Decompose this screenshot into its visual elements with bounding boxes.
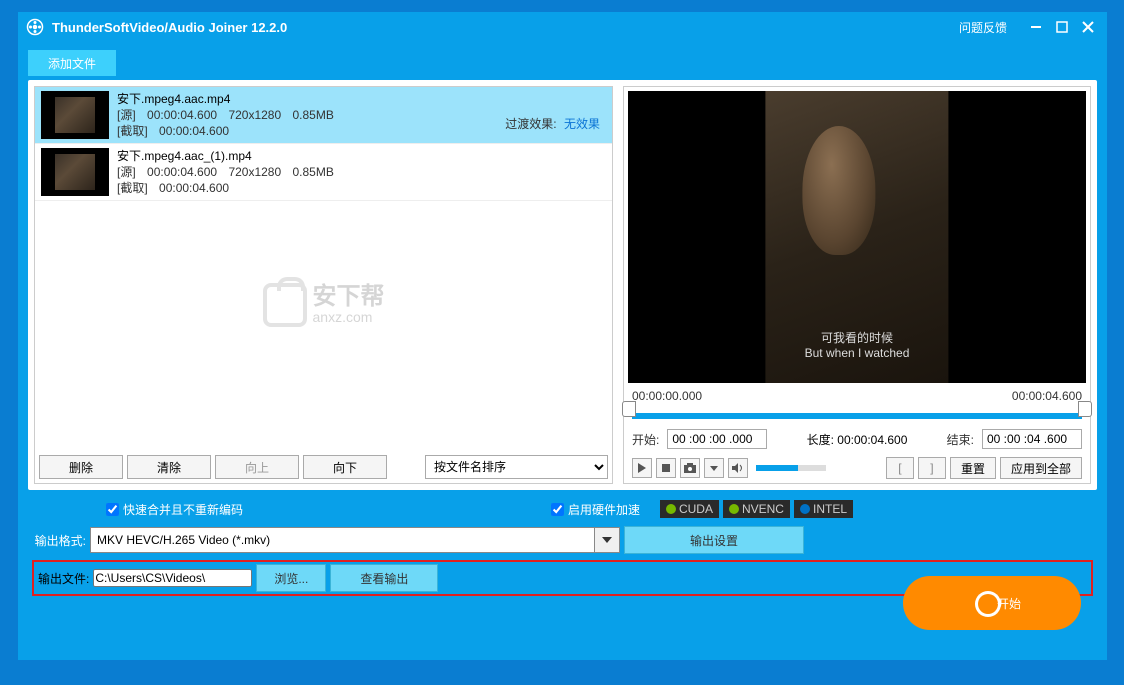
preview-panel: 可我看的时候 But when I watched 00:00:00.000 0… [623, 86, 1091, 484]
fast-merge-input[interactable] [106, 503, 119, 516]
toolbar: 添加文件 [18, 42, 1107, 80]
app-window: ThunderSoftVideo/Audio Joiner 12.2.0 问题反… [18, 12, 1107, 660]
source-duration: 00:00:04.600 [147, 108, 217, 122]
file-size: 0.85MB [293, 108, 334, 122]
playback-controls: [ ] 重置 应用到全部 [624, 453, 1090, 483]
output-settings-button[interactable]: 输出设置 [624, 526, 804, 554]
clip-label: [截取] [117, 124, 148, 138]
options-row: 快速合并且不重新编码 启用硬件加速 CUDA NVENC INTEL [18, 490, 1107, 522]
volume-icon[interactable] [728, 458, 748, 478]
feedback-link[interactable]: 问题反馈 [959, 19, 1007, 36]
file-info: 安下.mpeg4.aac_(1).mp4 [源] 00:00:04.600 72… [117, 148, 606, 196]
delete-button[interactable]: 删除 [39, 455, 123, 479]
clip-duration: 00:00:04.600 [159, 181, 229, 195]
time-inputs: 开始: 00 :00 :00 .000 长度: 00:00:04.600 结束:… [624, 425, 1090, 453]
clip-duration: 00:00:04.600 [159, 124, 229, 138]
file-thumbnail [41, 91, 109, 139]
minimize-button[interactable] [1025, 16, 1047, 38]
file-list-panel: 安下.mpeg4.aac.mp4 [源] 00:00:04.600 720x12… [34, 86, 613, 484]
output-file-label: 输出文件: [38, 570, 89, 587]
transition-link[interactable]: 无效果 [564, 117, 600, 131]
list-buttons: 删除 清除 向上 向下 按文件名排序 [35, 451, 612, 483]
subtitle: 可我看的时候 But when I watched [805, 329, 910, 360]
source-label: [源] [117, 165, 136, 179]
file-item[interactable]: 安下.mpeg4.aac_(1).mp4 [源] 00:00:04.600 72… [35, 144, 612, 201]
file-name: 安下.mpeg4.aac.mp4 [117, 91, 606, 107]
source-label: [源] [117, 108, 136, 122]
file-resolution: 720x1280 [228, 108, 281, 122]
add-files-button[interactable]: 添加文件 [28, 50, 116, 76]
play-button[interactable] [632, 458, 652, 478]
end-time-label: 结束: [947, 431, 974, 448]
format-dropdown-icon[interactable] [594, 527, 620, 553]
file-resolution: 720x1280 [228, 165, 281, 179]
time-current: 00:00:00.000 [632, 389, 702, 403]
fast-merge-checkbox[interactable]: 快速合并且不重新编码 [106, 501, 243, 518]
file-list: 安下.mpeg4.aac.mp4 [源] 00:00:04.600 720x12… [35, 87, 612, 451]
move-up-button[interactable]: 向上 [215, 455, 299, 479]
output-file-input[interactable] [93, 569, 252, 587]
file-size: 0.85MB [293, 165, 334, 179]
trim-handle-start[interactable] [622, 401, 636, 417]
hw-accel-checkbox[interactable]: 启用硬件加速 [551, 501, 640, 518]
cuda-badge: CUDA [660, 500, 719, 518]
volume-slider[interactable] [756, 465, 826, 471]
trim-handle-end[interactable] [1078, 401, 1092, 417]
clear-button[interactable]: 清除 [127, 455, 211, 479]
app-title: ThunderSoftVideo/Audio Joiner 12.2.0 [52, 20, 959, 35]
sort-select[interactable]: 按文件名排序 [425, 455, 608, 479]
content-area: 安下.mpeg4.aac.mp4 [源] 00:00:04.600 720x12… [28, 80, 1097, 490]
hw-accel-input[interactable] [551, 503, 564, 516]
end-time-input[interactable]: 00 :00 :04 .600 [982, 429, 1082, 449]
browse-button[interactable]: 浏览... [256, 564, 326, 592]
length-display: 长度: 00:00:04.600 [775, 431, 938, 448]
maximize-button[interactable] [1051, 16, 1073, 38]
mark-out-button[interactable]: ] [918, 457, 946, 479]
stop-button[interactable] [656, 458, 676, 478]
expand-button[interactable] [704, 458, 724, 478]
hw-badges: CUDA NVENC INTEL [660, 500, 853, 518]
output-format-select[interactable] [90, 527, 594, 553]
time-display: 00:00:00.000 00:00:04.600 [624, 387, 1090, 405]
reset-button[interactable]: 重置 [950, 457, 996, 479]
file-name: 安下.mpeg4.aac_(1).mp4 [117, 148, 606, 164]
apply-all-button[interactable]: 应用到全部 [1000, 457, 1082, 479]
time-total: 00:00:04.600 [1012, 389, 1082, 403]
transition-effect[interactable]: 过渡效果: 无效果 [505, 115, 600, 132]
video-preview[interactable]: 可我看的时候 But when I watched [628, 91, 1086, 383]
snapshot-button[interactable] [680, 458, 700, 478]
file-thumbnail [41, 148, 109, 196]
mark-in-button[interactable]: [ [886, 457, 914, 479]
trim-slider[interactable] [624, 405, 1090, 425]
output-format-row: 输出格式: 输出设置 [32, 526, 1093, 554]
start-time-input[interactable]: 00 :00 :00 .000 [667, 429, 767, 449]
output-format-label: 输出格式: [32, 532, 86, 549]
file-item[interactable]: 安下.mpeg4.aac.mp4 [源] 00:00:04.600 720x12… [35, 87, 612, 144]
titlebar: ThunderSoftVideo/Audio Joiner 12.2.0 问题反… [18, 12, 1107, 42]
view-output-button[interactable]: 查看输出 [330, 564, 438, 592]
clip-label: [截取] [117, 181, 148, 195]
app-icon [26, 18, 44, 36]
nvenc-badge: NVENC [723, 500, 790, 518]
refresh-icon [963, 591, 987, 615]
start-button[interactable]: 开始 [903, 576, 1081, 630]
intel-badge: INTEL [794, 500, 853, 518]
move-down-button[interactable]: 向下 [303, 455, 387, 479]
source-duration: 00:00:04.600 [147, 165, 217, 179]
close-button[interactable] [1077, 16, 1099, 38]
start-time-label: 开始: [632, 431, 659, 448]
